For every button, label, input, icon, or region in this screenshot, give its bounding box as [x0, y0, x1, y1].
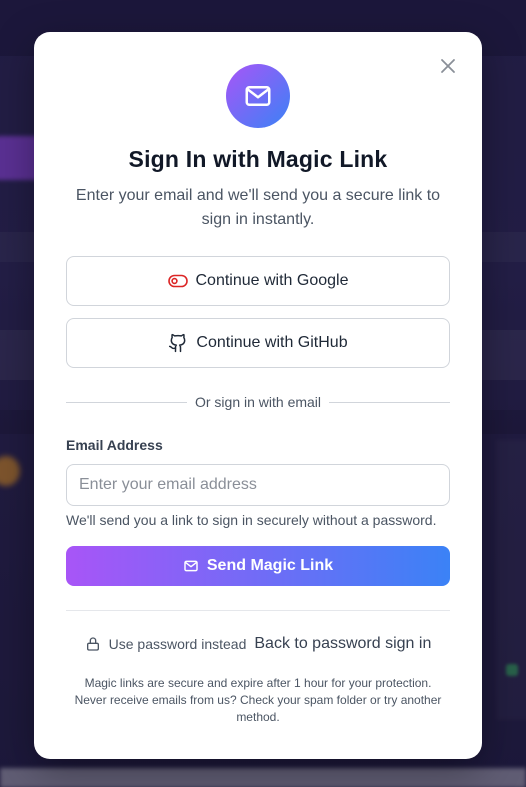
close-button[interactable] [438, 56, 458, 76]
back-to-password-link[interactable]: Back to password sign in [254, 635, 431, 653]
email-field[interactable] [66, 464, 450, 506]
divider-line [329, 401, 451, 403]
footer-line-1: Magic links are secure and expire after … [84, 676, 432, 690]
send-magic-link-button[interactable]: Send Magic Link [66, 546, 450, 586]
divider-text: Or sign in with email [194, 394, 322, 410]
send-button-label: Send Magic Link [206, 557, 334, 574]
mail-icon [184, 560, 198, 572]
lock-icon [86, 637, 99, 651]
magic-link-modal: Sign In with Magic Link Enter your email… [34, 32, 482, 759]
use-password-label: Use password instead [108, 636, 247, 652]
alternate-signin-row: Use password instead Back to password si… [34, 635, 482, 653]
modal-title: Sign In with Magic Link [128, 146, 388, 172]
google-button-label: Continue with Google [195, 272, 349, 289]
mail-icon [245, 86, 271, 106]
divider-line [66, 401, 187, 403]
email-hint: We'll send you a link to sign in securel… [66, 512, 437, 528]
github-button-label: Continue with GitHub [196, 334, 348, 351]
modal-subtitle: Enter your email and we'll send you a se… [75, 187, 441, 228]
footer-note: Magic links are secure and expire after … [70, 675, 446, 726]
email-label: Email Address [66, 437, 163, 453]
toggle-icon [167, 274, 188, 288]
or-divider: Or sign in with email [66, 392, 451, 412]
close-icon [441, 59, 455, 73]
use-password-link[interactable]: Use password instead [85, 636, 247, 652]
section-divider [66, 610, 450, 611]
continue-with-google-button[interactable]: Continue with Google [66, 256, 450, 306]
github-icon [168, 333, 188, 353]
footer-line-2: Never receive emails from us? Check your… [74, 693, 442, 724]
continue-with-github-button[interactable]: Continue with GitHub [66, 318, 450, 368]
hero-mail-badge [226, 64, 290, 128]
